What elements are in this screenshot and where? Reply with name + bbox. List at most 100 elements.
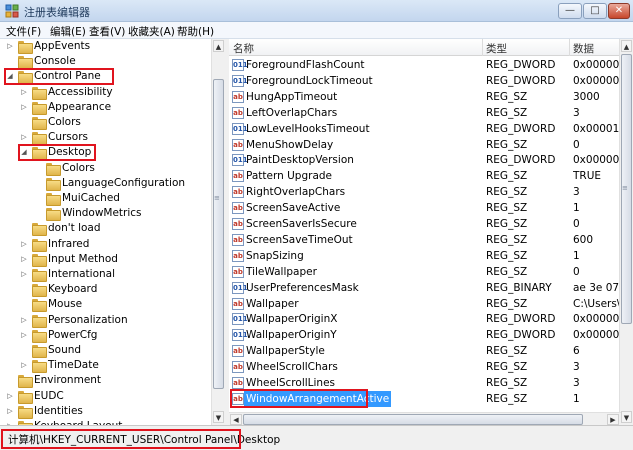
registry-value-row[interactable]: ab WheelScrollChars REG_SZ 3	[229, 359, 633, 375]
tree-item[interactable]: Sound	[0, 343, 211, 358]
tree-item-label: Environment	[34, 374, 102, 387]
menu-help[interactable]: 帮助(H)	[177, 24, 214, 39]
scroll-down-arrow-icon[interactable]: ▼	[621, 411, 632, 423]
binary-value-icon: 011	[232, 154, 248, 167]
tree-scroll-thumb[interactable]	[213, 79, 224, 389]
registry-value-row[interactable]: ab ScreenSaveTimeOut REG_SZ 600	[229, 232, 633, 248]
registry-value-row[interactable]: ab Pattern Upgrade REG_SZ TRUE	[229, 168, 633, 184]
tree-item[interactable]: don't load	[0, 221, 211, 237]
tree-item-label: Mouse	[48, 298, 83, 311]
list-header: 名称 类型 数据	[229, 39, 633, 56]
key-tree[interactable]: ▷ AppEvents Console ◢ Control Pane ▷ Accessibi…	[0, 39, 225, 425]
tree-scrollbar[interactable]: ▲ ≡ ▼	[211, 39, 225, 425]
registry-value-row[interactable]: ab ScreenSaverIsSecure REG_SZ 0	[229, 216, 633, 232]
tree-item[interactable]: Colors	[0, 115, 211, 130]
registry-value-row[interactable]: ab Wallpaper REG_SZ C:\Users\	[229, 296, 633, 312]
value-list[interactable]: 名称 类型 数据 011 ForegroundFlashCount REG_DWOR…	[229, 39, 633, 425]
expand-arrow-icon[interactable]: ▷	[20, 313, 28, 328]
scroll-up-arrow-icon[interactable]: ▲	[213, 40, 224, 52]
expand-arrow-icon[interactable]: ▷	[6, 389, 14, 404]
string-value-icon: ab	[232, 233, 244, 246]
value-data: 1	[573, 249, 580, 262]
tree-item[interactable]: ▷ Cursors	[0, 130, 211, 146]
column-divider[interactable]	[569, 39, 570, 56]
tree-item[interactable]: LanguageConfiguration	[0, 176, 211, 191]
tree-item[interactable]: ▷ AppEvents	[0, 39, 211, 54]
tree-item-label: Console	[34, 55, 76, 68]
folder-icon	[18, 405, 33, 419]
menu-favorites[interactable]: 收藏夹(A)	[128, 24, 175, 39]
expand-arrow-icon[interactable]: ▷	[20, 100, 28, 115]
expand-arrow-icon[interactable]: ▷	[20, 252, 28, 267]
registry-value-row[interactable]: ab WallpaperStyle REG_SZ 6	[229, 343, 633, 359]
expand-arrow-icon[interactable]: ▷	[20, 267, 28, 282]
tree-item[interactable]: ▷ Infrared	[0, 237, 211, 252]
value-name: MenuShowDelay	[246, 138, 334, 151]
expand-arrow-icon[interactable]: ▷	[20, 130, 28, 145]
tree-item[interactable]: Colors	[0, 161, 211, 176]
column-divider[interactable]	[482, 39, 483, 56]
tree-item[interactable]: ▷ Identities	[0, 404, 211, 419]
registry-value-row[interactable]: 011 ForegroundFlashCount REG_DWORD 0x000000	[229, 57, 633, 73]
registry-value-row[interactable]: ab RightOverlapChars REG_SZ 3	[229, 184, 633, 200]
folder-icon	[18, 375, 33, 389]
minimize-button[interactable]: —	[558, 3, 582, 19]
scroll-right-arrow-icon[interactable]: ▶	[607, 414, 619, 425]
folder-icon	[32, 269, 47, 282]
registry-value-row[interactable]: ab HungAppTimeout REG_SZ 3000	[229, 89, 633, 105]
registry-value-row[interactable]: 011 WallpaperOriginY REG_DWORD 0x000000	[229, 327, 633, 343]
tree-item-label: Colors	[62, 161, 95, 174]
registry-value-row[interactable]: 011 PaintDesktopVersion REG_DWORD 0x000000	[229, 152, 633, 168]
scroll-up-arrow-icon[interactable]: ▲	[621, 40, 632, 52]
column-type-header[interactable]: 类型	[486, 41, 507, 56]
tree-item[interactable]: ▷ EUDC	[0, 389, 211, 404]
tree-item[interactable]: ▷ Input Method	[0, 252, 211, 267]
tree-item[interactable]: Console	[0, 54, 211, 70]
tree-item-label: MuiCached	[62, 192, 120, 204]
string-value-icon: ab	[232, 361, 244, 374]
menu-file[interactable]: 文件(F)	[6, 24, 41, 39]
tree-item[interactable]: Keyboard	[0, 282, 211, 298]
tree-item[interactable]: WindowMetrics	[0, 206, 211, 222]
registry-value-row[interactable]: ab MenuShowDelay REG_SZ 0	[229, 137, 633, 153]
horizontal-scroll-thumb[interactable]	[243, 414, 583, 425]
value-name: PaintDesktopVersion	[246, 154, 354, 167]
tree-item[interactable]: ▷ Accessibility	[0, 85, 211, 100]
list-scrollbar[interactable]: ▲ ≡ ▼	[619, 39, 633, 425]
tree-item[interactable]: ▷ Personalization	[0, 313, 211, 328]
value-data: ae 3e 07	[573, 281, 620, 294]
list-horizontal-scrollbar[interactable]: ◀ ▶	[229, 412, 621, 425]
scroll-down-arrow-icon[interactable]: ▼	[213, 411, 224, 423]
expand-arrow-icon[interactable]: ▷	[20, 328, 28, 343]
registry-value-row[interactable]: ab TileWallpaper REG_SZ 0	[229, 264, 633, 280]
registry-value-row[interactable]: ab LeftOverlapChars REG_SZ 3	[229, 105, 633, 121]
registry-value-row[interactable]: 011 ForegroundLockTimeout REG_DWORD 0x00000…	[229, 73, 633, 89]
tree-item-label: LanguageConfiguration	[62, 176, 186, 189]
tree-item[interactable]: ▷ TimeDate	[0, 358, 211, 374]
tree-item[interactable]: Mouse	[0, 297, 211, 313]
tree-item[interactable]: ▷ International	[0, 267, 211, 282]
column-name-header[interactable]: 名称	[233, 41, 254, 56]
tree-item[interactable]: ▷ Appearance	[0, 100, 211, 115]
expand-arrow-icon[interactable]: ▷	[20, 358, 28, 373]
registry-value-row[interactable]: ab SnapSizing REG_SZ 1	[229, 248, 633, 264]
menu-view[interactable]: 查看(V)	[89, 24, 125, 39]
tree-item[interactable]: ▷ PowerCfg	[0, 328, 211, 343]
registry-value-row[interactable]: 011 UserPreferencesMask REG_BINARY ae 3e 07	[229, 280, 633, 296]
registry-value-row[interactable]: ab ScreenSaveActive REG_SZ 1	[229, 200, 633, 216]
maximize-button[interactable]: □	[583, 3, 607, 19]
expand-arrow-icon[interactable]: ▷	[20, 85, 28, 100]
value-type: REG_SZ	[486, 202, 528, 215]
tree-item[interactable]: Environment	[0, 373, 211, 389]
expand-arrow-icon[interactable]: ▷	[6, 404, 14, 419]
registry-value-row[interactable]: 011 WallpaperOriginX REG_DWORD 0x000000	[229, 311, 633, 327]
close-button[interactable]: ✕	[608, 3, 630, 19]
value-name: WheelScrollChars	[246, 361, 338, 374]
registry-value-row[interactable]: 011 LowLevelHooksTimeout REG_DWORD 0x000013	[229, 121, 633, 137]
tree-item[interactable]: MuiCached	[0, 191, 211, 206]
scroll-left-arrow-icon[interactable]: ◀	[230, 414, 242, 425]
expand-arrow-icon[interactable]: ▷	[20, 237, 28, 252]
expand-arrow-icon[interactable]: ▷	[6, 39, 14, 54]
column-data-header[interactable]: 数据	[573, 41, 594, 56]
menu-edit[interactable]: 编辑(E)	[50, 24, 86, 39]
